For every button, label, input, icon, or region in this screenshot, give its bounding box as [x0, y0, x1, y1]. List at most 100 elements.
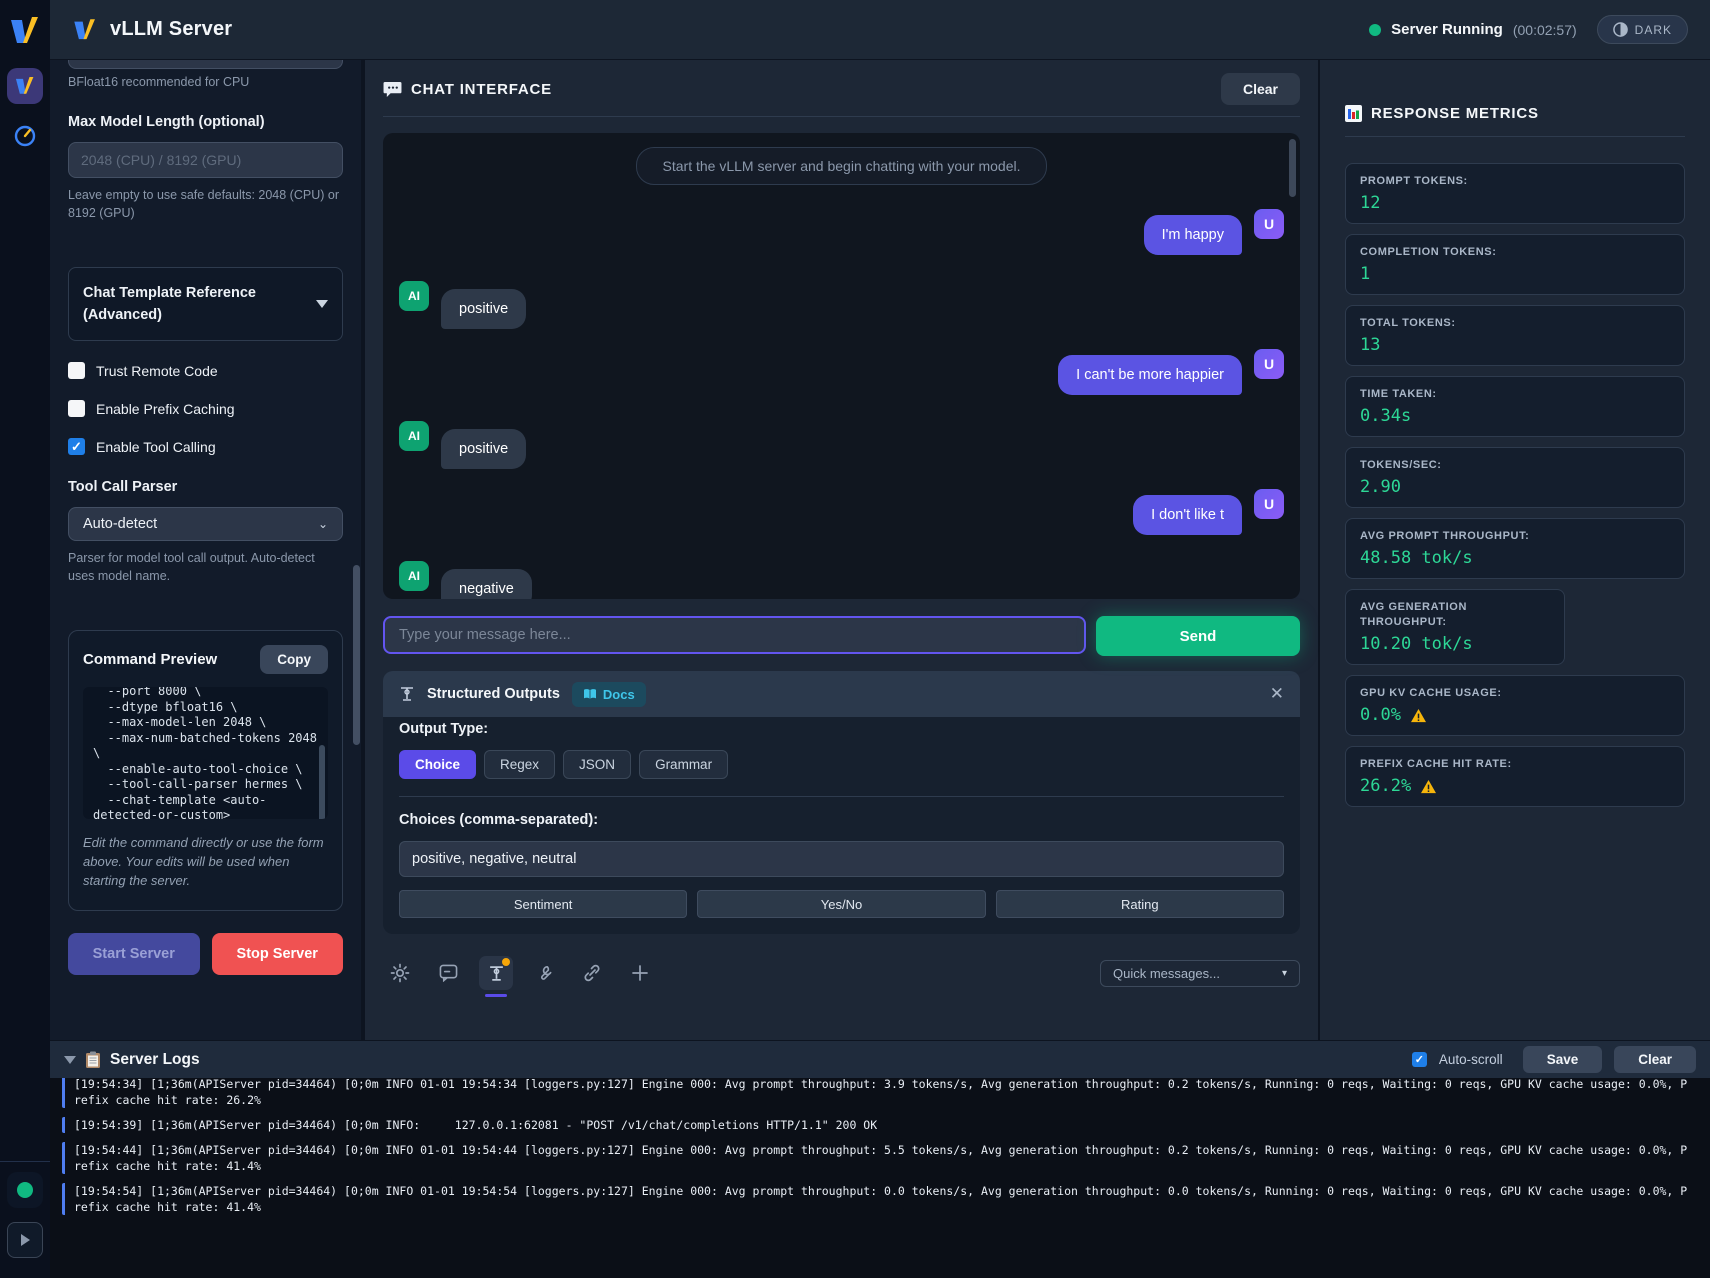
preset-sentiment-button[interactable]: Sentiment — [399, 890, 687, 918]
logs-output[interactable]: [19:54:34] [1;36m(APIServer pid=34464) [… — [50, 1078, 1710, 1278]
command-code-block[interactable]: --port 8000 \ --dtype bfloat16 \ --max-m… — [83, 687, 328, 819]
user-avatar: U — [1254, 349, 1284, 379]
code-scrollbar-thumb[interactable] — [319, 745, 325, 819]
server-running-dot-icon — [1369, 24, 1381, 36]
structured-outputs-panel: Structured Outputs Docs ✕ Output Type: C… — [383, 671, 1300, 934]
chat-message-user: I don't like t U — [399, 495, 1284, 535]
metric-gpu-kv-cache: GPU KV CACHE USAGE: 0.0% — [1345, 675, 1685, 736]
app-title: vLLM Server — [110, 18, 232, 41]
log-line: [19:54:34] [1;36m(APIServer pid=34464) [… — [62, 1078, 1694, 1108]
chat-messages-container[interactable]: Start the vLLM server and begin chatting… — [383, 133, 1300, 599]
preset-yesno-button[interactable]: Yes/No — [697, 890, 985, 918]
chat-notice: Start the vLLM server and begin chatting… — [636, 147, 1048, 185]
clear-logs-button[interactable]: Clear — [1614, 1046, 1696, 1073]
start-server-button[interactable]: Start Server — [68, 933, 200, 975]
divider — [399, 796, 1284, 797]
command-preview-card: Command Preview Copy --port 8000 \ --dty… — [68, 630, 343, 911]
chat-scrollbar-thumb[interactable] — [1289, 139, 1296, 197]
tools-button[interactable] — [527, 956, 561, 990]
tool-call-parser-select[interactable]: Auto-detect ⌄ — [68, 507, 343, 541]
enable-prefix-caching-checkbox[interactable]: Enable Prefix Caching — [68, 400, 343, 417]
chat-message-input[interactable] — [383, 616, 1086, 654]
theme-label: DARK — [1635, 23, 1672, 37]
tool-call-parser-label: Tool Call Parser — [68, 479, 343, 495]
close-icon[interactable]: ✕ — [1270, 684, 1284, 704]
user-avatar: U — [1254, 209, 1284, 239]
enable-tool-calling-checkbox[interactable]: ✓ Enable Tool Calling — [68, 438, 343, 455]
settings-button[interactable] — [383, 956, 417, 990]
sidebar-item-server[interactable] — [7, 68, 43, 104]
chat-message-user: I'm happy U — [399, 215, 1284, 255]
metric-label: PREFIX CACHE HIT RATE: — [1360, 757, 1670, 772]
user-avatar: U — [1254, 489, 1284, 519]
metric-value: 12 — [1360, 193, 1670, 213]
choices-input[interactable] — [399, 841, 1284, 877]
warning-icon — [1410, 708, 1427, 723]
ai-message-bubble: positive — [441, 429, 526, 469]
chevron-down-icon: ▾ — [1282, 968, 1287, 979]
metric-label: TOKENS/SEC: — [1360, 458, 1670, 473]
dtype-select-clipped[interactable] — [68, 60, 343, 69]
metric-label: TOTAL TOKENS: — [1360, 316, 1670, 331]
notification-dot — [502, 958, 510, 966]
output-type-choice[interactable]: Choice — [399, 750, 476, 779]
link-button[interactable] — [575, 956, 609, 990]
copy-command-button[interactable]: Copy — [260, 645, 328, 674]
rail-divider — [0, 1161, 50, 1162]
metric-value: 2.90 — [1360, 477, 1670, 497]
quick-messages-label: Quick messages... — [1113, 966, 1220, 981]
add-button[interactable] — [623, 956, 657, 990]
quick-messages-select[interactable]: Quick messages... ▾ — [1100, 960, 1300, 987]
gear-icon — [390, 963, 410, 983]
output-type-regex[interactable]: Regex — [484, 750, 555, 779]
chat-message-user: I can't be more happier U — [399, 355, 1284, 395]
metric-label: GPU KV CACHE USAGE: — [1360, 686, 1670, 701]
metric-time-taken: TIME TAKEN: 0.34s — [1345, 376, 1685, 437]
metric-value: 0.0% — [1360, 705, 1401, 725]
left-rail — [0, 0, 50, 1278]
save-logs-button[interactable]: Save — [1523, 1046, 1603, 1073]
checkbox-unchecked-icon — [68, 362, 85, 379]
output-type-json[interactable]: JSON — [563, 750, 631, 779]
left-panel-scrollbar-thumb[interactable] — [353, 565, 360, 745]
docs-button[interactable]: Docs — [572, 682, 646, 707]
clear-chat-button[interactable]: Clear — [1221, 73, 1300, 105]
structured-outputs-icon — [399, 686, 415, 702]
collapse-logs-icon[interactable] — [64, 1056, 76, 1064]
server-status-dot-button[interactable] — [7, 1172, 43, 1208]
structured-outputs-icon — [488, 965, 505, 982]
metric-value: 13 — [1360, 335, 1670, 355]
chat-template-reference-toggle[interactable]: Chat Template Reference (Advanced) — [68, 267, 343, 341]
preset-rating-button[interactable]: Rating — [996, 890, 1284, 918]
command-code-text: --port 8000 \ --dtype bfloat16 \ --max-m… — [83, 687, 328, 819]
ai-message-bubble: negative — [441, 569, 532, 599]
chevron-down-icon: ⌄ — [318, 517, 328, 531]
metric-avg-generation-throughput: AVG GENERATION THROUGHPUT: 10.20 tok/s — [1345, 589, 1565, 665]
ai-message-bubble: positive — [441, 289, 526, 329]
trust-remote-code-checkbox[interactable]: Trust Remote Code — [68, 362, 343, 379]
ai-avatar: AI — [399, 421, 429, 451]
plus-icon — [631, 964, 649, 982]
server-logs-title: Server Logs — [110, 1051, 200, 1069]
tool-call-parser-value: Auto-detect — [83, 516, 157, 532]
warning-icon — [1420, 779, 1437, 794]
stop-server-button[interactable]: Stop Server — [212, 933, 344, 975]
output-type-grammar[interactable]: Grammar — [639, 750, 728, 779]
structured-outputs-tab-button[interactable] — [479, 956, 513, 990]
autoscroll-checkbox[interactable]: ✓ — [1412, 1052, 1427, 1067]
vllm-logo-icon — [8, 16, 42, 46]
system-prompt-button[interactable] — [431, 956, 465, 990]
checkbox-unchecked-icon — [68, 400, 85, 417]
sidebar-item-dashboard[interactable] — [7, 118, 43, 154]
server-logs-panel: Server Logs ✓ Auto-scroll Save Clear [19… — [50, 1040, 1710, 1278]
log-line: [19:54:54] [1;36m(APIServer pid=34464) [… — [62, 1183, 1694, 1215]
user-message-bubble: I can't be more happier — [1058, 355, 1242, 395]
metric-label: COMPLETION TOKENS: — [1360, 245, 1670, 260]
max-model-length-input[interactable] — [68, 142, 343, 178]
expand-panel-button[interactable] — [7, 1222, 43, 1258]
chat-message-ai: AI positive — [399, 281, 1284, 329]
theme-toggle-button[interactable]: DARK — [1597, 15, 1688, 44]
send-button[interactable]: Send — [1096, 616, 1300, 656]
divider — [1345, 136, 1685, 137]
metric-label: AVG PROMPT THROUGHPUT: — [1360, 529, 1670, 544]
